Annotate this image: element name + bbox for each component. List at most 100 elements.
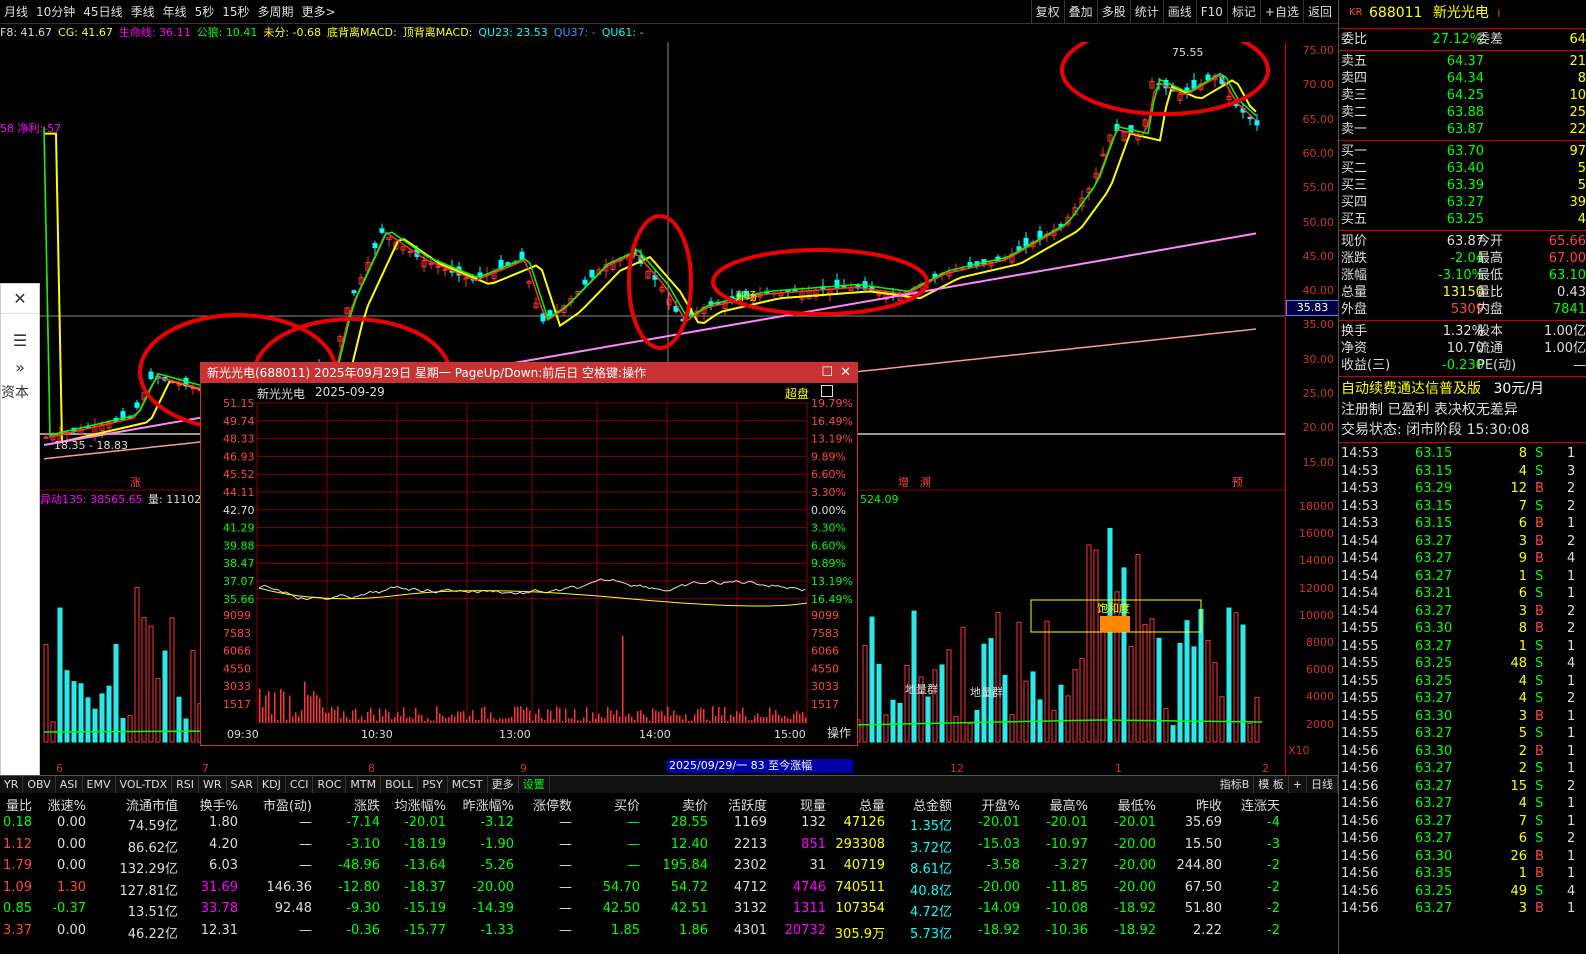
expand-icon[interactable]: » xyxy=(1,356,39,380)
period-tab[interactable]: 季线 xyxy=(127,0,159,24)
indicator-tab[interactable]: SAR xyxy=(227,776,258,793)
close-icon[interactable]: ✕ xyxy=(1,284,39,314)
x-tick: 2 xyxy=(1262,762,1269,775)
stock-code: 688011 xyxy=(1369,5,1423,21)
indicator-tab[interactable]: OBV xyxy=(23,776,56,793)
table-header[interactable]: 买价 xyxy=(614,795,640,814)
info-icon[interactable]: i xyxy=(1497,7,1500,20)
toolbar-button[interactable]: 多股 xyxy=(1096,0,1130,24)
table-header[interactable]: 最高% xyxy=(1050,795,1088,814)
tick-row: 14:54 63.27 1 S 1 xyxy=(1341,568,1576,584)
volume-tick: 8000 xyxy=(1306,636,1334,649)
table-row[interactable]: 0.18 0.00 74.59亿 1.80 — -7.14 -20.01 -3.12 — — 28.… xyxy=(0,815,1338,836)
promo-banner[interactable]: 自动续费通达信普及版 30元/月 xyxy=(1339,379,1586,400)
stock-tags: 注册制 已盈利 表决权无差异 xyxy=(1341,402,1518,418)
popup-operate-button[interactable]: 操作 xyxy=(827,724,851,741)
indicator-tab[interactable]: RSI xyxy=(172,776,199,793)
popup-vol-tick: 4550 xyxy=(811,662,839,675)
indicator-tab[interactable]: EMV xyxy=(83,776,116,793)
period-tab[interactable]: 年线 xyxy=(159,0,191,24)
table-cell: — xyxy=(559,922,572,938)
period-tab[interactable]: 15秒 xyxy=(218,0,253,24)
table-header[interactable]: 昨涨幅% xyxy=(463,795,514,814)
table-row[interactable]: 1.12 0.00 86.62亿 4.20 — -3.10 -18.19 -1.90 — — 12.… xyxy=(0,837,1338,858)
table-header[interactable]: 总金额 xyxy=(913,795,952,814)
table-header[interactable]: 涨跌 xyxy=(354,795,380,814)
annotation-su: 溯 xyxy=(920,476,931,489)
popup-titlebar[interactable]: 新光光电(688011) 2025年09月29日 星期一 PageUp/Down… xyxy=(201,363,857,383)
toolbar-button[interactable]: 返回 xyxy=(1302,0,1336,24)
table-header[interactable]: 最低% xyxy=(1118,795,1156,814)
table-cell: 2213 xyxy=(733,836,767,852)
table-cell: -3.58 xyxy=(986,858,1020,873)
table-header[interactable]: 流通市值 xyxy=(126,795,178,814)
table-header[interactable]: 均涨幅% xyxy=(395,795,446,814)
table-row[interactable]: 1.79 0.00 132.29亿 6.03 — -48.96 -13.64 -5.26 — — 1… xyxy=(0,858,1338,879)
toolbar-button[interactable]: 叠加 xyxy=(1063,0,1097,24)
toolbar-button[interactable]: 标记 xyxy=(1226,0,1260,24)
table-header[interactable]: 市盈(动) xyxy=(263,795,312,814)
side-drawer[interactable]: ✕ ☰ » 资本 xyxy=(0,283,40,790)
table-cell: -1.33 xyxy=(480,922,514,938)
indicator-tab[interactable]: YR xyxy=(0,776,24,793)
indicator-tab-right[interactable]: 模 板 xyxy=(1254,776,1289,793)
toolbar-button[interactable]: 复权 xyxy=(1030,0,1064,24)
indicator-tab[interactable]: WR xyxy=(199,776,227,793)
table-row[interactable]: 1.09 1.30 127.81亿 31.69 146.36 -12.80 -18.37 -2… xyxy=(0,880,1338,901)
table-row[interactable]: 0.85 -0.37 13.51亿 33.78 92.48 -9.30 -15.19 -14.… xyxy=(0,901,1338,922)
indicator-tab[interactable]: ASI xyxy=(56,776,83,793)
table-cell: 305.9万 xyxy=(834,926,885,942)
table-cell: -48.96 xyxy=(338,858,380,873)
indicator-tab[interactable]: MTM xyxy=(346,776,382,793)
toolbar-button[interactable]: 画线 xyxy=(1162,0,1196,24)
maximize-icon[interactable]: ☐ xyxy=(821,363,833,383)
indicator-tab[interactable]: CCI xyxy=(286,776,314,793)
table-cell: 4712 xyxy=(733,879,767,895)
indicator-tab[interactable]: MCST xyxy=(448,776,488,793)
table-header[interactable]: 换手% xyxy=(200,795,238,814)
indicator-tab[interactable]: ROC xyxy=(313,776,347,793)
table-cell: -18.92 xyxy=(978,922,1020,938)
table-row[interactable]: 3.37 0.00 46.22亿 12.31 — -0.36 -15.77 -1.33 — 1.8… xyxy=(0,923,1338,944)
indicator-tab-right[interactable]: 指标B xyxy=(1216,776,1255,793)
tick-row: 14:56 63.27 4 S 1 xyxy=(1341,796,1576,811)
period-tab[interactable]: 10分钟 xyxy=(32,0,79,24)
toolbar-button[interactable]: 统计 xyxy=(1129,0,1163,24)
table-header[interactable]: 总量 xyxy=(859,795,885,814)
indicator-value: 顶背离MACD: xyxy=(402,26,473,39)
indicator-tab[interactable]: KDJ xyxy=(258,776,286,793)
indicator-tab[interactable]: BOLL xyxy=(381,776,419,793)
period-tab[interactable]: 45日线 xyxy=(79,0,126,24)
indicator-tab-right[interactable]: + xyxy=(1289,776,1307,793)
popup-vol-tick: 1517 xyxy=(811,698,839,711)
popup-right-tick: 19.79% xyxy=(811,397,853,410)
table-header[interactable]: 活跃度 xyxy=(728,795,767,814)
table-header[interactable]: 卖价 xyxy=(682,795,708,814)
table-header[interactable]: 连涨天 xyxy=(1241,795,1280,814)
period-tab[interactable]: 月线 xyxy=(0,0,32,24)
intraday-popup[interactable]: 新光光电(688011) 2025年09月29日 星期一 PageUp/Down… xyxy=(200,362,858,746)
table-cell: -15.03 xyxy=(978,836,1020,852)
close-icon[interactable]: ✕ xyxy=(840,363,851,383)
indicator-tab[interactable]: VOL-TDX xyxy=(116,776,173,793)
indicator-tab[interactable]: 更多 xyxy=(488,776,519,793)
table-header[interactable]: 量比 xyxy=(6,795,32,814)
table-header[interactable]: 开盘% xyxy=(982,795,1020,814)
toolbar-button[interactable]: F10 xyxy=(1195,0,1227,24)
stock-table: 量比 涨速% 流通市值 换手% 市盈(动) 涨跌 均涨幅% 昨涨幅% 涨停数 买价 卖价 活跃度 现量 总… xyxy=(0,793,1338,954)
table-header[interactable]: 涨停数 xyxy=(533,795,572,814)
period-tab[interactable]: 多周期 xyxy=(254,0,298,24)
table-header[interactable]: 涨速% xyxy=(48,795,86,814)
indicator-tab[interactable]: 设置 xyxy=(519,776,550,793)
indicator-tab-right[interactable]: 日线 xyxy=(1307,776,1338,793)
period-tab[interactable]: 更多> xyxy=(298,0,340,24)
menu-icon[interactable]: ☰ xyxy=(1,326,39,356)
table-cell: — xyxy=(299,815,312,830)
tick-list[interactable]: 14:53 63.15 8 S 1 14:53 63.15 4 S 3 14:53 63.29 12 B 2… xyxy=(1339,445,1586,918)
table-header[interactable]: 昨收 xyxy=(1196,795,1222,814)
popup-vol-tick: 4550 xyxy=(223,662,251,675)
table-header[interactable]: 现量 xyxy=(800,795,826,814)
toolbar-button[interactable]: +自选 xyxy=(1259,0,1303,24)
indicator-tab[interactable]: PSY xyxy=(418,776,448,793)
period-tab[interactable]: 5秒 xyxy=(191,0,219,24)
